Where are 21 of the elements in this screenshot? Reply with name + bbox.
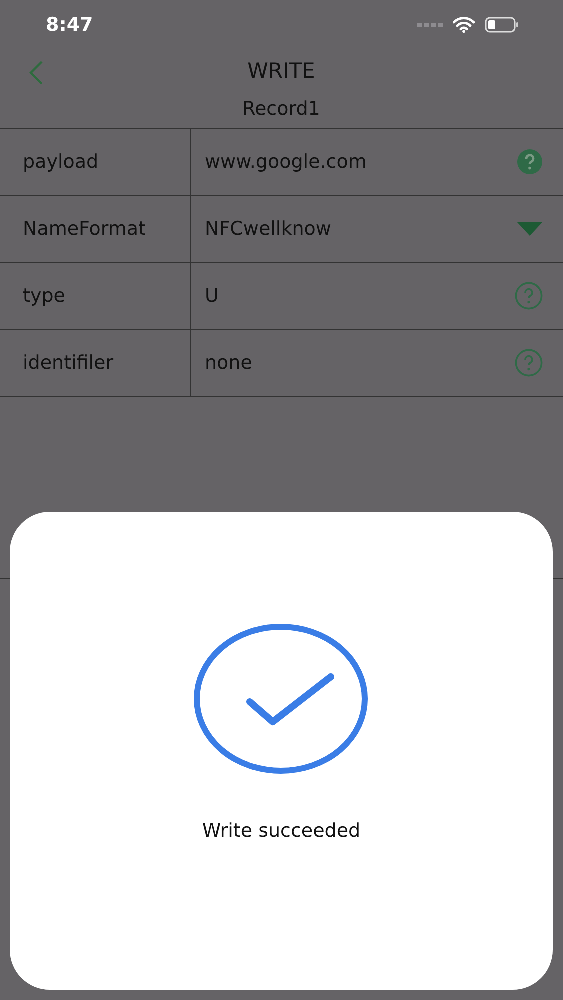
help-icon[interactable] [517,149,543,175]
status-time: 8:47 [46,14,94,36]
battery-icon [485,17,519,33]
field-value: none [204,352,254,374]
field-value: NFCwellknow [204,218,332,240]
field-value: www.google.com [204,151,368,173]
field-label: NameFormat [23,218,146,240]
field-value: U [204,285,220,307]
field-label: identifiler [23,352,114,374]
success-check-icon [194,624,368,774]
screen-title: WRITE [248,59,316,83]
field-label: payload [23,151,99,173]
back-icon[interactable] [28,60,44,86]
signal-icon [417,23,443,27]
dropdown-triangle-icon[interactable] [517,222,543,236]
help-icon[interactable] [515,282,543,310]
field-label: type [23,285,66,307]
wifi-icon [453,17,475,33]
record-title: Record1 [242,98,320,120]
success-message: Write succeeded [202,820,361,842]
help-icon[interactable] [515,349,543,377]
